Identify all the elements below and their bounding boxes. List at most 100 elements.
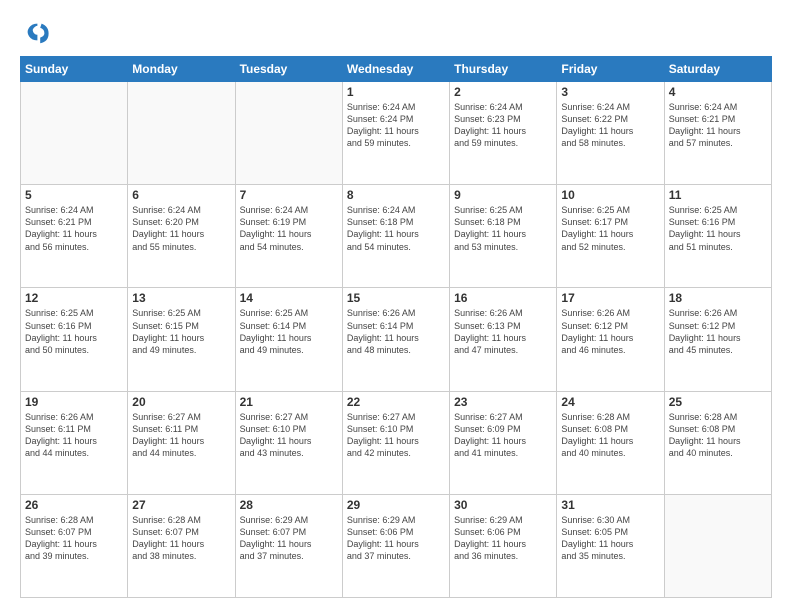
- day-info: Sunrise: 6:24 AM Sunset: 6:23 PM Dayligh…: [454, 101, 552, 150]
- day-info: Sunrise: 6:27 AM Sunset: 6:10 PM Dayligh…: [240, 411, 338, 460]
- calendar-cell: 7Sunrise: 6:24 AM Sunset: 6:19 PM Daylig…: [235, 185, 342, 288]
- day-number: 21: [240, 395, 338, 409]
- day-number: 8: [347, 188, 445, 202]
- day-number: 16: [454, 291, 552, 305]
- day-info: Sunrise: 6:26 AM Sunset: 6:12 PM Dayligh…: [561, 307, 659, 356]
- calendar-week-3: 19 Sunrise: 6:26 AM Sunset: 6:11 PM Dayli…: [21, 391, 772, 494]
- weekday-header-monday: Monday: [128, 57, 235, 82]
- calendar-cell: 11 Sunrise: 6:25 AM Sunset: 6:16 PM Dayli…: [664, 185, 771, 288]
- day-number: 19: [25, 395, 123, 409]
- day-number: 24: [561, 395, 659, 409]
- calendar-cell: 19 Sunrise: 6:26 AM Sunset: 6:11 PM Dayli…: [21, 391, 128, 494]
- day-info: Sunrise: 6:26 AM Sunset: 6:11 PM Dayligh…: [25, 411, 123, 460]
- calendar-cell: [235, 82, 342, 185]
- calendar-cell: [128, 82, 235, 185]
- calendar-week-0: 1 Sunrise: 6:24 AM Sunset: 6:24 PM Daylig…: [21, 82, 772, 185]
- weekday-header-row: SundayMondayTuesdayWednesdayThursdayFrid…: [21, 57, 772, 82]
- calendar-cell: 16 Sunrise: 6:26 AM Sunset: 6:13 PM Dayli…: [450, 288, 557, 391]
- calendar-week-2: 12Sunrise: 6:25 AM Sunset: 6:16 PM Dayli…: [21, 288, 772, 391]
- calendar-cell: 18 Sunrise: 6:26 AM Sunset: 6:12 PM Dayli…: [664, 288, 771, 391]
- calendar-cell: 23 Sunrise: 6:27 AM Sunset: 6:09 PM Dayli…: [450, 391, 557, 494]
- calendar-cell: 6Sunrise: 6:24 AM Sunset: 6:20 PM Daylig…: [128, 185, 235, 288]
- day-number: 23: [454, 395, 552, 409]
- day-number: 12: [25, 291, 123, 305]
- calendar-cell: 17Sunrise: 6:26 AM Sunset: 6:12 PM Dayli…: [557, 288, 664, 391]
- day-number: 2: [454, 85, 552, 99]
- day-info: Sunrise: 6:24 AM Sunset: 6:24 PM Dayligh…: [347, 101, 445, 150]
- day-number: 5: [25, 188, 123, 202]
- day-number: 25: [669, 395, 767, 409]
- logo: [20, 18, 52, 46]
- day-info: Sunrise: 6:26 AM Sunset: 6:12 PM Dayligh…: [669, 307, 767, 356]
- calendar-cell: 3 Sunrise: 6:24 AM Sunset: 6:22 PM Daylig…: [557, 82, 664, 185]
- day-number: 15: [347, 291, 445, 305]
- calendar-cell: 12Sunrise: 6:25 AM Sunset: 6:16 PM Dayli…: [21, 288, 128, 391]
- day-number: 31: [561, 498, 659, 512]
- calendar-cell: 30 Sunrise: 6:29 AM Sunset: 6:06 PM Dayli…: [450, 494, 557, 597]
- calendar-week-1: 5 Sunrise: 6:24 AM Sunset: 6:21 PM Daylig…: [21, 185, 772, 288]
- day-info: Sunrise: 6:27 AM Sunset: 6:10 PM Dayligh…: [347, 411, 445, 460]
- calendar-cell: 27Sunrise: 6:28 AM Sunset: 6:07 PM Dayli…: [128, 494, 235, 597]
- day-info: Sunrise: 6:30 AM Sunset: 6:05 PM Dayligh…: [561, 514, 659, 563]
- day-info: Sunrise: 6:25 AM Sunset: 6:18 PM Dayligh…: [454, 204, 552, 253]
- day-info: Sunrise: 6:27 AM Sunset: 6:09 PM Dayligh…: [454, 411, 552, 460]
- calendar-cell: 5 Sunrise: 6:24 AM Sunset: 6:21 PM Daylig…: [21, 185, 128, 288]
- calendar-cell: 13Sunrise: 6:25 AM Sunset: 6:15 PM Dayli…: [128, 288, 235, 391]
- day-number: 14: [240, 291, 338, 305]
- day-info: Sunrise: 6:29 AM Sunset: 6:06 PM Dayligh…: [454, 514, 552, 563]
- calendar-cell: [21, 82, 128, 185]
- calendar-cell: 31 Sunrise: 6:30 AM Sunset: 6:05 PM Dayli…: [557, 494, 664, 597]
- day-number: 3: [561, 85, 659, 99]
- day-number: 29: [347, 498, 445, 512]
- calendar-cell: 22 Sunrise: 6:27 AM Sunset: 6:10 PM Dayli…: [342, 391, 449, 494]
- day-number: 11: [669, 188, 767, 202]
- day-info: Sunrise: 6:24 AM Sunset: 6:22 PM Dayligh…: [561, 101, 659, 150]
- weekday-header-sunday: Sunday: [21, 57, 128, 82]
- day-number: 1: [347, 85, 445, 99]
- logo-icon: [22, 18, 50, 46]
- day-number: 28: [240, 498, 338, 512]
- header: [20, 18, 772, 46]
- weekday-header-wednesday: Wednesday: [342, 57, 449, 82]
- calendar-cell: 24Sunrise: 6:28 AM Sunset: 6:08 PM Dayli…: [557, 391, 664, 494]
- calendar-cell: 20 Sunrise: 6:27 AM Sunset: 6:11 PM Dayli…: [128, 391, 235, 494]
- calendar-cell: 4 Sunrise: 6:24 AM Sunset: 6:21 PM Daylig…: [664, 82, 771, 185]
- day-info: Sunrise: 6:28 AM Sunset: 6:08 PM Dayligh…: [669, 411, 767, 460]
- calendar-cell: [664, 494, 771, 597]
- day-number: 30: [454, 498, 552, 512]
- day-info: Sunrise: 6:28 AM Sunset: 6:07 PM Dayligh…: [25, 514, 123, 563]
- day-info: Sunrise: 6:24 AM Sunset: 6:21 PM Dayligh…: [25, 204, 123, 253]
- day-info: Sunrise: 6:25 AM Sunset: 6:16 PM Dayligh…: [669, 204, 767, 253]
- day-info: Sunrise: 6:24 AM Sunset: 6:19 PM Dayligh…: [240, 204, 338, 253]
- day-number: 18: [669, 291, 767, 305]
- day-info: Sunrise: 6:27 AM Sunset: 6:11 PM Dayligh…: [132, 411, 230, 460]
- day-number: 6: [132, 188, 230, 202]
- calendar-cell: 26 Sunrise: 6:28 AM Sunset: 6:07 PM Dayli…: [21, 494, 128, 597]
- calendar-cell: 29 Sunrise: 6:29 AM Sunset: 6:06 PM Dayli…: [342, 494, 449, 597]
- day-number: 26: [25, 498, 123, 512]
- calendar-cell: 10Sunrise: 6:25 AM Sunset: 6:17 PM Dayli…: [557, 185, 664, 288]
- calendar-cell: 25 Sunrise: 6:28 AM Sunset: 6:08 PM Dayli…: [664, 391, 771, 494]
- day-number: 4: [669, 85, 767, 99]
- calendar-cell: 9 Sunrise: 6:25 AM Sunset: 6:18 PM Daylig…: [450, 185, 557, 288]
- day-info: Sunrise: 6:25 AM Sunset: 6:17 PM Dayligh…: [561, 204, 659, 253]
- day-info: Sunrise: 6:24 AM Sunset: 6:18 PM Dayligh…: [347, 204, 445, 253]
- day-number: 9: [454, 188, 552, 202]
- day-info: Sunrise: 6:29 AM Sunset: 6:06 PM Dayligh…: [347, 514, 445, 563]
- calendar-cell: 15 Sunrise: 6:26 AM Sunset: 6:14 PM Dayli…: [342, 288, 449, 391]
- day-number: 20: [132, 395, 230, 409]
- day-info: Sunrise: 6:26 AM Sunset: 6:13 PM Dayligh…: [454, 307, 552, 356]
- day-info: Sunrise: 6:24 AM Sunset: 6:21 PM Dayligh…: [669, 101, 767, 150]
- day-number: 22: [347, 395, 445, 409]
- calendar-cell: 1 Sunrise: 6:24 AM Sunset: 6:24 PM Daylig…: [342, 82, 449, 185]
- calendar-cell: 2 Sunrise: 6:24 AM Sunset: 6:23 PM Daylig…: [450, 82, 557, 185]
- day-info: Sunrise: 6:26 AM Sunset: 6:14 PM Dayligh…: [347, 307, 445, 356]
- day-info: Sunrise: 6:28 AM Sunset: 6:07 PM Dayligh…: [132, 514, 230, 563]
- weekday-header-thursday: Thursday: [450, 57, 557, 82]
- page: SundayMondayTuesdayWednesdayThursdayFrid…: [0, 0, 792, 612]
- day-number: 13: [132, 291, 230, 305]
- calendar-cell: 8 Sunrise: 6:24 AM Sunset: 6:18 PM Daylig…: [342, 185, 449, 288]
- calendar-cell: 14Sunrise: 6:25 AM Sunset: 6:14 PM Dayli…: [235, 288, 342, 391]
- weekday-header-tuesday: Tuesday: [235, 57, 342, 82]
- calendar-table: SundayMondayTuesdayWednesdayThursdayFrid…: [20, 56, 772, 598]
